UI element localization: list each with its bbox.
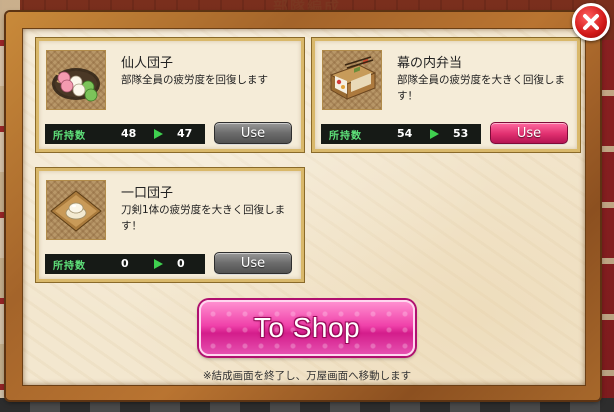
use-button[interactable]: Use [214,122,292,144]
stock-label: 所持数 [329,131,362,142]
to-shop-button[interactable]: To Shop [199,300,415,356]
stock-label: 所持数 [53,261,86,272]
item-card-makunouchi-bento: 幕の内弁当 部隊全員の疲労度を大きく回復します！ 所持数 54 53 Use [312,38,580,152]
stock-current: 0 [121,257,129,270]
item-card-hitokuchi-dango: 一口団子 刀剣1体の疲労度を大きく回復します！ 所持数 0 0 Use [36,168,304,282]
item-name: 一口団子 [121,186,174,201]
tricolor-dango-icon [46,50,106,110]
use-button[interactable]: Use [490,122,568,144]
to-shop-label: To Shop [253,312,361,343]
stock-after: 47 [177,127,193,140]
item-name: 仙人団子 [121,56,174,71]
stock-count-bar: 所持数 54 53 [321,124,481,144]
stock-count-bar: 所持数 48 47 [45,124,205,144]
single-dango-icon [46,180,106,240]
arrow-right-icon [154,259,163,269]
close-icon [583,14,599,30]
use-button[interactable]: Use [214,252,292,274]
shop-note: ※結成画面を終了し、万屋画面へ移動します [202,370,412,382]
bento-box-icon [322,50,382,110]
stock-label: 所持数 [53,131,86,142]
stock-current: 54 [397,127,413,140]
item-description: 刀剣1体の疲労度を大きく回復します！ [121,204,286,232]
stock-current: 48 [121,127,137,140]
stock-after: 0 [177,257,185,270]
stock-after: 53 [453,127,469,140]
close-button[interactable] [572,3,610,41]
item-description: 部隊全員の疲労度を大きく回復します！ [397,74,565,102]
item-card-sennin-dango: 仙人団子 部隊全員の疲労度を回復します 所持数 48 47 Use [36,38,304,152]
item-name: 幕の内弁当 [397,56,463,71]
stock-count-bar: 所持数 0 0 [45,254,205,274]
background-bottom-bar [0,398,614,412]
arrow-right-icon [154,129,163,139]
item-description: 部隊全員の疲労度を回復します [121,74,268,86]
arrow-right-icon [430,129,439,139]
